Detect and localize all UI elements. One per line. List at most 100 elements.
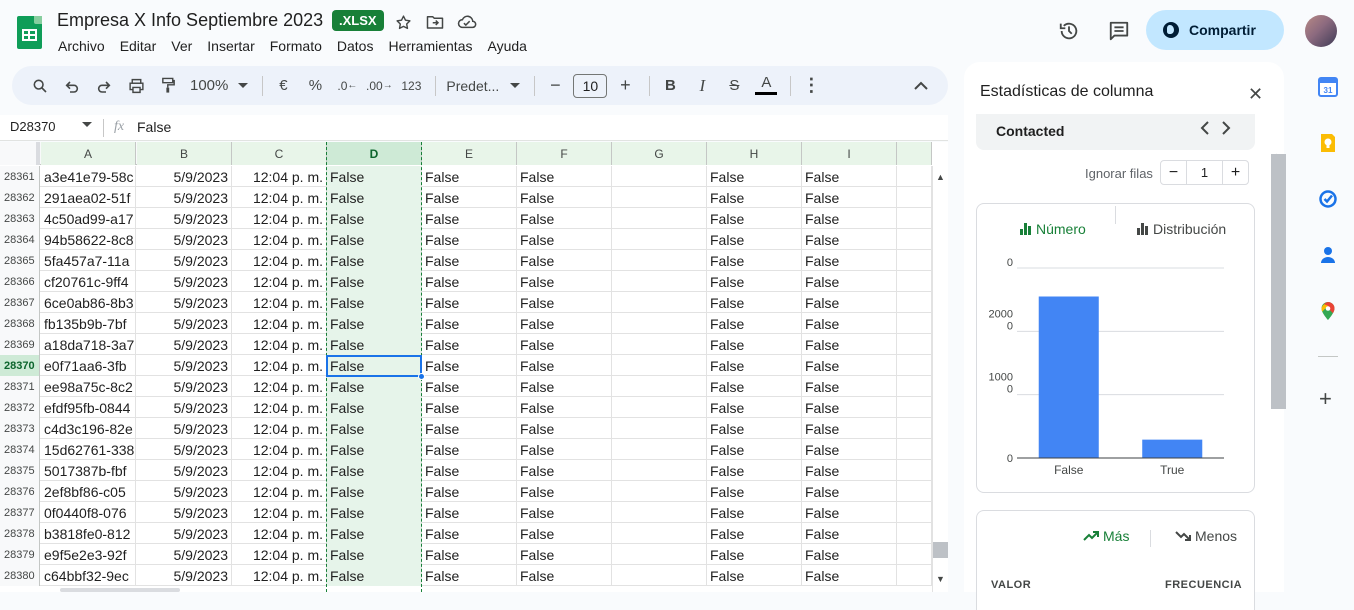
row-number[interactable]: 28377: [0, 502, 40, 523]
cell-c[interactable]: 12:04 p. m.: [232, 523, 327, 544]
cell-d[interactable]: False: [327, 271, 422, 292]
row-number[interactable]: 28380: [0, 565, 40, 586]
vertical-scrollbar[interactable]: ▲ ▼: [932, 166, 948, 592]
cell-next[interactable]: [897, 313, 932, 334]
cell-i[interactable]: False: [802, 523, 897, 544]
decrement-button[interactable]: −: [1161, 164, 1186, 182]
cell-b[interactable]: 5/9/2023: [137, 166, 232, 187]
search-menus-icon[interactable]: [26, 72, 54, 100]
cell-i[interactable]: False: [802, 187, 897, 208]
cell-b[interactable]: 5/9/2023: [137, 397, 232, 418]
column-header-g[interactable]: G: [612, 142, 707, 165]
cell-h[interactable]: False: [707, 334, 802, 355]
maps-icon[interactable]: [1318, 301, 1338, 321]
increase-decimals-button[interactable]: .00 →: [365, 72, 393, 100]
cell-a[interactable]: c64bbf32-9ec: [41, 565, 136, 586]
cell-h[interactable]: False: [707, 313, 802, 334]
cell-b[interactable]: 5/9/2023: [137, 502, 232, 523]
cell-a[interactable]: b3818fe0-812: [41, 523, 136, 544]
cell-h[interactable]: False: [707, 439, 802, 460]
cell-g[interactable]: [612, 292, 707, 313]
cell-c[interactable]: 12:04 p. m.: [232, 334, 327, 355]
cell-d[interactable]: False: [327, 544, 422, 565]
cell-e[interactable]: False: [422, 292, 517, 313]
row-number[interactable]: 28364: [0, 229, 40, 250]
currency-format-button[interactable]: €: [269, 72, 297, 100]
horizontal-scrollbar[interactable]: [0, 588, 932, 592]
cell-f[interactable]: False: [517, 565, 612, 586]
cell-g[interactable]: [612, 166, 707, 187]
cell-i[interactable]: False: [802, 439, 897, 460]
cell-c[interactable]: 12:04 p. m.: [232, 397, 327, 418]
cell-d[interactable]: False: [327, 565, 422, 586]
menu-datos[interactable]: Datos: [337, 38, 381, 54]
cell-g[interactable]: [612, 544, 707, 565]
cell-i[interactable]: False: [802, 481, 897, 502]
italic-button[interactable]: I: [688, 72, 716, 100]
cell-d[interactable]: False: [327, 439, 422, 460]
cell-e[interactable]: False: [422, 460, 517, 481]
column-header-b[interactable]: B: [137, 142, 232, 165]
cell-h[interactable]: False: [707, 502, 802, 523]
row-number[interactable]: 28362: [0, 187, 40, 208]
chevron-left-icon[interactable]: [1200, 121, 1209, 140]
cell-e[interactable]: False: [422, 166, 517, 187]
cell-a[interactable]: e9f5e2e3-92f: [41, 544, 136, 565]
row-number[interactable]: 28370: [0, 355, 40, 376]
cell-f[interactable]: False: [517, 187, 612, 208]
text-color-button[interactable]: A: [752, 72, 780, 100]
bar-false[interactable]: [1038, 296, 1099, 459]
cell-i[interactable]: False: [802, 418, 897, 439]
undo-icon[interactable]: [58, 72, 86, 100]
cell-a[interactable]: 5fa457a7-11a: [41, 250, 136, 271]
cell-b[interactable]: 5/9/2023: [137, 355, 232, 376]
cell-f[interactable]: False: [517, 418, 612, 439]
avatar[interactable]: [1305, 15, 1337, 47]
row-number[interactable]: 28367: [0, 292, 40, 313]
bold-button[interactable]: B: [656, 72, 684, 100]
cell-e[interactable]: False: [422, 250, 517, 271]
cell-h[interactable]: False: [707, 418, 802, 439]
row-number[interactable]: 28375: [0, 460, 40, 481]
cell-f[interactable]: False: [517, 292, 612, 313]
decrease-font-size-button[interactable]: −: [541, 72, 569, 100]
cell-c[interactable]: 12:04 p. m.: [232, 250, 327, 271]
cell-e[interactable]: False: [422, 481, 517, 502]
cell-a[interactable]: 94b58622-8c8: [41, 229, 136, 250]
cell-g[interactable]: [612, 418, 707, 439]
cell-c[interactable]: 12:04 p. m.: [232, 271, 327, 292]
calendar-icon[interactable]: 31: [1318, 77, 1338, 97]
menu-ver[interactable]: Ver: [171, 38, 199, 54]
cell-c[interactable]: 12:04 p. m.: [232, 292, 327, 313]
cell-e[interactable]: False: [422, 313, 517, 334]
name-box[interactable]: D28370: [10, 119, 56, 134]
chevron-right-icon[interactable]: [1222, 121, 1231, 140]
cell-e[interactable]: False: [422, 565, 517, 586]
cell-next[interactable]: [897, 502, 932, 523]
cell-d[interactable]: False: [327, 460, 422, 481]
cell-i[interactable]: False: [802, 271, 897, 292]
cell-e[interactable]: False: [422, 334, 517, 355]
sort-less-button[interactable]: Menos: [1175, 528, 1237, 544]
cell-h[interactable]: False: [707, 208, 802, 229]
cell-e[interactable]: False: [422, 397, 517, 418]
tab-number[interactable]: Número: [1020, 221, 1086, 237]
close-icon[interactable]: ✕: [1248, 84, 1263, 105]
cell-d[interactable]: False: [327, 334, 422, 355]
cell-g[interactable]: [612, 502, 707, 523]
cell-b[interactable]: 5/9/2023: [137, 313, 232, 334]
row-number[interactable]: 28369: [0, 334, 40, 355]
cell-d[interactable]: False: [327, 250, 422, 271]
row-number[interactable]: 28361: [0, 166, 40, 187]
cell-b[interactable]: 5/9/2023: [137, 292, 232, 313]
cell-d[interactable]: False: [327, 208, 422, 229]
cell-a[interactable]: 6ce0ab86-8b3: [41, 292, 136, 313]
cell-c[interactable]: 12:04 p. m.: [232, 418, 327, 439]
cell-b[interactable]: 5/9/2023: [137, 418, 232, 439]
cell-d[interactable]: False: [327, 229, 422, 250]
ignore-rows-input[interactable]: 1: [1186, 161, 1223, 184]
percent-format-button[interactable]: %: [301, 72, 329, 100]
cell-i[interactable]: False: [802, 292, 897, 313]
menu-formato[interactable]: Formato: [270, 38, 329, 54]
cell-h[interactable]: False: [707, 355, 802, 376]
